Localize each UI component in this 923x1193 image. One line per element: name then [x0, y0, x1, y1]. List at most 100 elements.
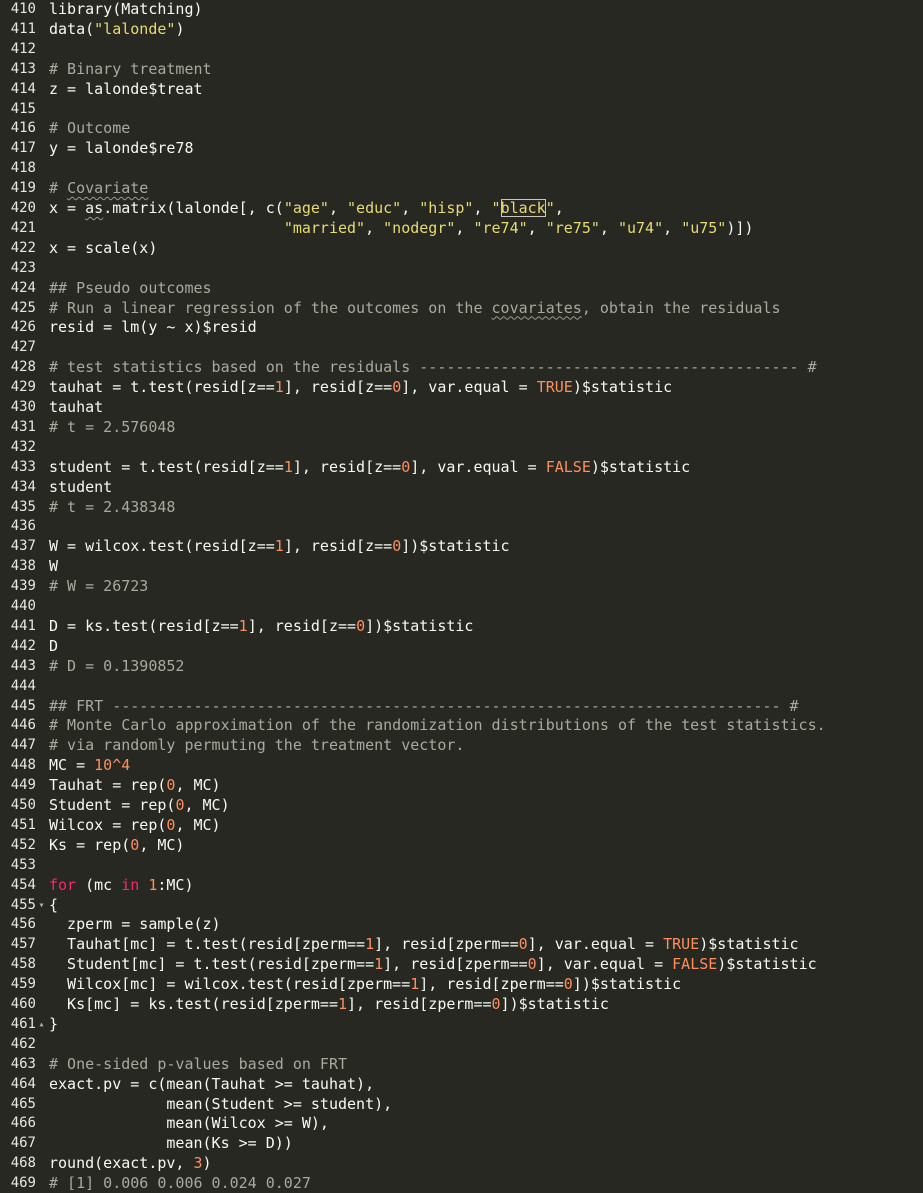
code-line[interactable]: 448 MC = 10^4 [0, 756, 923, 776]
code-line[interactable]: 443 # D = 0.1390852 [0, 657, 923, 677]
code-text: # [1] 0.006 0.006 0.024 0.027 [49, 1174, 311, 1193]
code-line[interactable]: 460 Ks[mc] = ks.test(resid[zperm==1], re… [0, 995, 923, 1015]
code-line[interactable]: 410 library(Matching) [0, 0, 923, 20]
code-text: student = t.test(resid[z==1], resid[z==0… [49, 458, 690, 478]
line-number: 431 [10, 418, 36, 435]
code-line[interactable]: 464 exact.pv = c(mean(Tauhat >= tauhat), [0, 1075, 923, 1095]
code-text: # D = 0.1390852 [49, 657, 184, 677]
code-line[interactable]: 467 mean(Ks >= D)) [0, 1134, 923, 1154]
code-line[interactable]: 447 # via randomly permuting the treatmen… [0, 736, 923, 756]
code-line[interactable]: 432 [0, 438, 923, 458]
code-line[interactable]: 419 # Covariate [0, 179, 923, 199]
line-number: 434 [10, 478, 36, 495]
code-line[interactable]: 415 [0, 100, 923, 120]
code-line[interactable]: 469 # [1] 0.006 0.006 0.024 0.027 [0, 1174, 923, 1193]
code-line[interactable]: 441 D = ks.test(resid[z==1], resid[z==0])… [0, 617, 923, 637]
code-line[interactable]: 468 round(exact.pv, 3) [0, 1154, 923, 1174]
line-number: 423 [10, 259, 36, 276]
code-token-text: :MC) [157, 875, 194, 894]
line-number: 422 [10, 239, 36, 256]
code-line[interactable]: 452 Ks = rep(0, MC) [0, 836, 923, 856]
code-line[interactable]: 450 Student = rep(0, MC) [0, 796, 923, 816]
code-line[interactable]: 446 # Monte Carlo approximation of the ra… [0, 716, 923, 736]
code-text: W = wilcox.test(resid[z==1], resid[z==0]… [49, 537, 510, 557]
line-number: 459 [10, 976, 36, 993]
code-line[interactable]: 455 ▾{ [0, 896, 923, 916]
code-token-number: 1 [274, 378, 284, 397]
code-line[interactable]: 436 [0, 517, 923, 537]
code-line[interactable]: 421 "married", "nodegr", "re74", "re75",… [0, 219, 923, 239]
code-line[interactable]: 428 # test statistics based on the residu… [0, 358, 923, 378]
code-line[interactable]: 431 # t = 2.576048 [0, 418, 923, 438]
code-line[interactable]: 445 ## FRT ------------------------------… [0, 697, 923, 717]
code-token-comment: # Binary treatment [49, 59, 212, 78]
code-token-bool: TRUE [663, 935, 700, 954]
code-line[interactable]: 462 [0, 1035, 923, 1055]
line-number: 437 [10, 538, 36, 555]
code-token-number: 0 [130, 835, 140, 854]
code-token-number: 0 [518, 935, 528, 954]
code-line[interactable]: 457 Tauhat[mc] = t.test(resid[zperm==1],… [0, 935, 923, 955]
code-line[interactable]: 437 W = wilcox.test(resid[z==1], resid[z=… [0, 537, 923, 557]
code-line[interactable]: 430 tauhat [0, 398, 923, 418]
code-line[interactable]: 466 mean(Wilcox >= W), [0, 1114, 923, 1134]
code-token-text: ], resid[zperm== [374, 935, 519, 954]
code-line[interactable]: 411 data("lalonde") [0, 20, 923, 40]
code-line[interactable]: 414 z = lalonde$treat [0, 80, 923, 100]
line-number: 418 [10, 160, 36, 177]
code-token-string: " [491, 199, 501, 217]
code-line[interactable]: 425 # Run a linear regression of the outc… [0, 299, 923, 319]
code-line[interactable]: 413 # Binary treatment [0, 60, 923, 80]
code-text: "married", "nodegr", "re74", "re75", "u7… [49, 219, 754, 239]
code-line[interactable]: 424 ## Pseudo outcomes [0, 279, 923, 299]
code-token-text: , MC) [175, 815, 221, 834]
code-line[interactable]: 439 # W = 26723 [0, 577, 923, 597]
line-number: 429 [10, 379, 36, 396]
code-text: mean(Student >= student), [49, 1095, 392, 1115]
code-token-number: 3 [193, 1154, 203, 1173]
code-token-text: Tauhat[mc] = t.test(resid[zperm== [49, 935, 366, 954]
code-line[interactable]: 451 Wilcox = rep(0, MC) [0, 816, 923, 836]
code-token-keyword: in [121, 875, 140, 894]
code-token-text: .matrix(lalonde[, c( [103, 199, 284, 217]
code-line[interactable]: 465 mean(Student >= student), [0, 1095, 923, 1115]
code-token-text: ], resid[z== [247, 616, 357, 635]
code-line[interactable]: 438 W [0, 557, 923, 577]
code-line[interactable]: 412 [0, 40, 923, 60]
code-line[interactable]: 416 # Outcome [0, 119, 923, 139]
code-token-text: , [328, 199, 348, 217]
code-line[interactable]: 420 x = as.matrix(lalonde[, c("age", "edu… [0, 199, 923, 219]
code-line[interactable]: 422 x = scale(x) [0, 239, 923, 259]
code-line[interactable]: 434 student [0, 478, 923, 498]
code-line[interactable]: 463 # One-sided p-values based on FRT [0, 1055, 923, 1075]
code-line[interactable]: 426 resid = lm(y ~ x)$resid [0, 318, 923, 338]
code-line[interactable]: 454 for (mc in 1:MC) [0, 876, 923, 896]
code-token-text: , [401, 199, 420, 217]
code-editor[interactable]: 410 library(Matching) 411 data("lalonde") 41… [0, 0, 923, 1193]
code-token-text: ])$statistic [365, 616, 474, 635]
code-line[interactable]: 433 student = t.test(resid[z==1], resid[z… [0, 458, 923, 478]
code-line[interactable]: 427 [0, 338, 923, 358]
code-text: x = as.matrix(lalonde[, c("age", "educ",… [49, 199, 564, 219]
fold-end-icon[interactable]: ▴ [37, 1015, 46, 1035]
fold-collapse-icon[interactable]: ▾ [37, 896, 46, 916]
code-line[interactable]: 423 [0, 259, 923, 279]
code-line[interactable]: 444 [0, 677, 923, 697]
code-line[interactable]: 435 # t = 2.438348 [0, 498, 923, 518]
code-line[interactable]: 449 Tauhat = rep(0, MC) [0, 776, 923, 796]
code-token-text: { [49, 895, 59, 914]
code-line[interactable]: 459 Wilcox[mc] = wilcox.test(resid[zperm… [0, 975, 923, 995]
line-number: 416 [10, 120, 36, 137]
code-token-number: 0 [392, 378, 402, 397]
code-token-number: 10^4 [94, 756, 131, 775]
code-line[interactable]: 456 zperm = sample(z) [0, 915, 923, 935]
code-line[interactable]: 417 y = lalonde$re78 [0, 139, 923, 159]
code-line[interactable]: 453 [0, 856, 923, 876]
code-line[interactable]: 442 D [0, 637, 923, 657]
code-line[interactable]: 429 tauhat = t.test(resid[z==1], resid[z=… [0, 378, 923, 398]
code-line[interactable]: 440 [0, 597, 923, 617]
code-line[interactable]: 461 ▴} [0, 1015, 923, 1035]
code-token-text: ], resid[zperm== [383, 955, 528, 974]
code-line[interactable]: 418 [0, 159, 923, 179]
code-line[interactable]: 458 Student[mc] = t.test(resid[zperm==1]… [0, 955, 923, 975]
